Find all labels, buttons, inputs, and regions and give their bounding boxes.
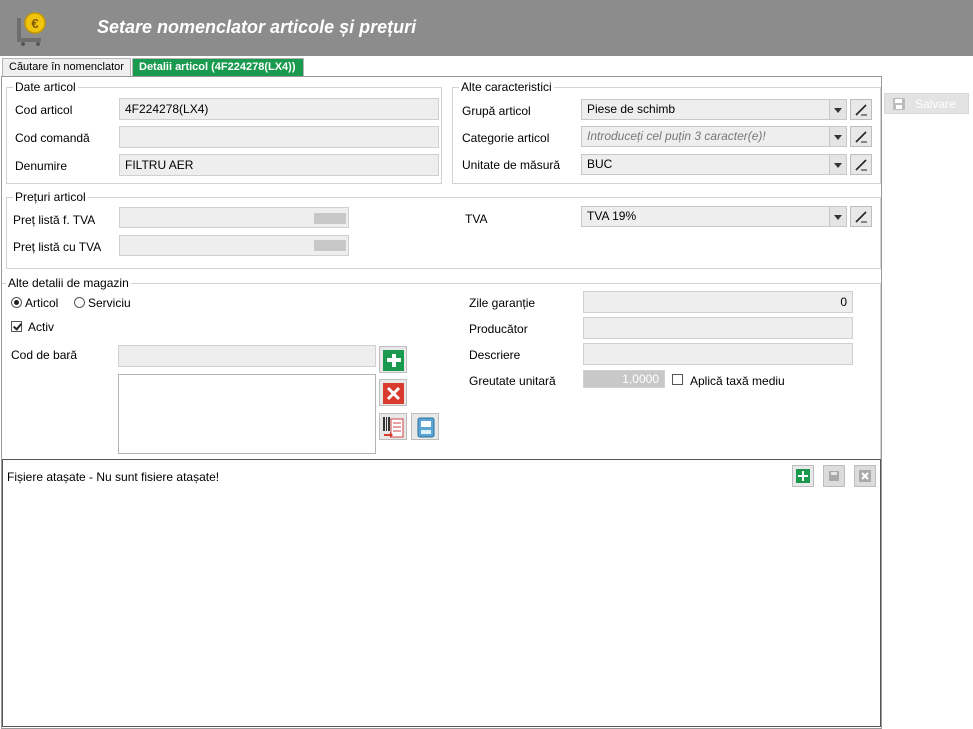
attached-files-title: Fișiere atașate - Nu sunt fisiere atașat…	[7, 470, 220, 484]
pret-fara-tva-value-block	[314, 213, 346, 224]
article-details-panel: Date articol Cod articol 4F224278(LX4) C…	[1, 76, 882, 729]
floppy-disk-icon	[893, 98, 905, 110]
cod-comanda-label: Cod comandă	[15, 131, 90, 145]
categorie-articol-select[interactable]: Introduceți cel puțin 3 caracter(e)!	[581, 126, 847, 147]
descriere-input[interactable]	[583, 343, 853, 365]
cod-articol-label: Cod articol	[15, 103, 73, 117]
preturi-articol-legend: Prețuri articol	[13, 190, 88, 204]
zile-garantie-label: Zile garanție	[469, 296, 536, 310]
categorie-articol-placeholder: Introduceți cel puțin 3 caracter(e)!	[587, 129, 766, 143]
chevron-down-icon[interactable]	[829, 100, 846, 119]
grupa-articol-value: Piese de schimb	[587, 102, 676, 116]
edit-unitate-button[interactable]	[850, 154, 872, 175]
serviciu-radio[interactable]	[74, 297, 85, 308]
tva-select[interactable]: TVA 19%	[581, 206, 847, 227]
unitate-masura-value: BUC	[587, 157, 613, 171]
serviciu-radio-label: Serviciu	[88, 296, 131, 310]
grupa-articol-label: Grupă articol	[462, 104, 531, 118]
denumire-input[interactable]: FILTRU AER	[119, 154, 439, 176]
pret-cu-tva-label: Preț listă cu TVA	[13, 240, 102, 254]
taxa-mediu-label: Aplică taxă mediu	[690, 374, 785, 388]
taxa-mediu-checkbox[interactable]	[672, 374, 683, 385]
cod-comanda-input[interactable]	[119, 126, 439, 148]
app-header: € Setare nomenclator articole și prețuri	[0, 0, 973, 56]
edit-tva-button[interactable]	[850, 206, 872, 227]
plus-icon	[383, 350, 404, 371]
printer-icon	[417, 417, 435, 438]
alte-detalii-magazin-legend: Alte detalii de magazin	[6, 276, 131, 290]
attached-files-panel: Fișiere atașate - Nu sunt fisiere atașat…	[2, 459, 881, 727]
page-title: Setare nomenclator articole și prețuri	[97, 17, 417, 37]
descriere-label: Descriere	[469, 348, 521, 362]
cod-articol-input[interactable]: 4F224278(LX4)	[119, 98, 439, 120]
grupa-articol-select[interactable]: Piese de schimb	[581, 99, 847, 120]
floppy-disk-icon	[829, 471, 839, 481]
delete-x-icon	[383, 383, 404, 404]
delete-barcode-button[interactable]	[379, 379, 407, 406]
barcode-import-icon	[383, 417, 404, 438]
delete-file-button[interactable]	[854, 465, 876, 487]
edit-categorie-button[interactable]	[850, 126, 872, 147]
greutate-unitara-input[interactable]: 1,0000	[583, 370, 665, 388]
date-articol-legend: Date articol	[13, 80, 78, 94]
chevron-down-icon[interactable]	[829, 207, 846, 226]
tva-value: TVA 19%	[587, 209, 637, 223]
add-barcode-button[interactable]	[379, 346, 407, 373]
tva-label: TVA	[465, 212, 488, 226]
producator-input[interactable]	[583, 317, 853, 339]
pencil-icon	[855, 104, 867, 116]
unitate-masura-label: Unitate de măsură	[462, 158, 561, 172]
unitate-masura-select[interactable]: BUC	[581, 154, 847, 175]
chevron-down-icon[interactable]	[829, 155, 846, 174]
plus-icon	[796, 469, 810, 483]
articol-radio-label: Articol	[25, 296, 59, 310]
categorie-articol-label: Categorie articol	[462, 131, 550, 145]
cod-bara-input[interactable]	[118, 345, 376, 367]
coduri-bara-list[interactable]	[118, 374, 376, 454]
chevron-down-icon[interactable]	[829, 127, 846, 146]
tab-search[interactable]: Căutare în nomenclator	[2, 58, 131, 76]
articol-radio[interactable]	[11, 297, 22, 308]
activ-checkbox-label: Activ	[28, 320, 55, 334]
svg-text:€: €	[31, 16, 38, 31]
save-button-label: Salvare	[915, 97, 956, 111]
zile-garantie-input[interactable]: 0	[583, 291, 853, 313]
pencil-icon	[855, 211, 867, 223]
pret-fara-tva-label: Preț listă f. TVA	[13, 213, 96, 227]
pret-cu-tva-value-block	[314, 240, 346, 251]
edit-grupa-button[interactable]	[850, 99, 872, 120]
producator-label: Producător	[469, 322, 528, 336]
cod-bara-label: Cod de bară	[11, 348, 78, 362]
pencil-icon	[855, 131, 867, 143]
activ-checkbox[interactable]	[11, 321, 22, 332]
import-barcode-button[interactable]	[379, 413, 407, 440]
greutate-unitara-label: Greutate unitară	[469, 374, 556, 388]
close-icon	[859, 470, 871, 482]
print-barcode-button[interactable]	[411, 413, 439, 440]
save-file-button[interactable]	[823, 465, 845, 487]
denumire-label: Denumire	[15, 159, 68, 173]
add-file-button[interactable]	[792, 465, 814, 487]
tab-details[interactable]: Detalii articol (4F224278(LX4))	[132, 58, 304, 76]
pencil-icon	[855, 159, 867, 171]
save-button[interactable]: Salvare	[884, 93, 969, 114]
euro-coin-cart-icon: €	[17, 12, 46, 46]
alte-caracteristici-legend: Alte caracteristici	[459, 80, 554, 94]
